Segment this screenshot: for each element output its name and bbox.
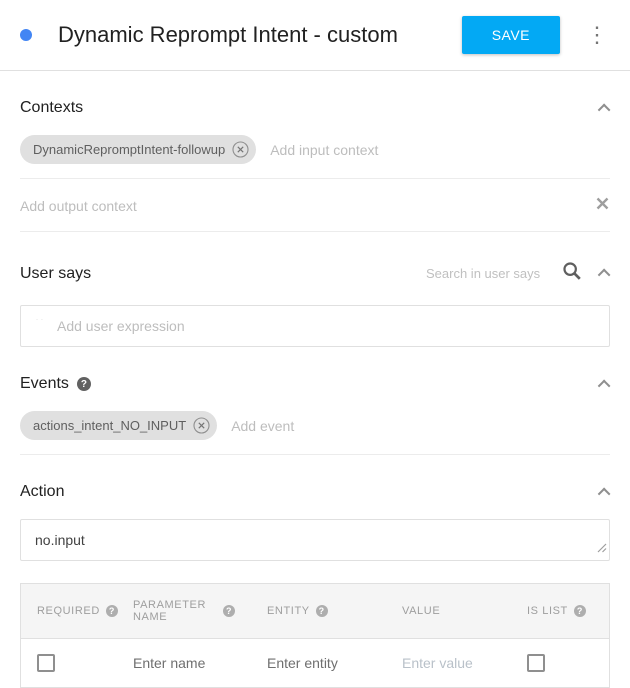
col-entity-label: ENTITY — [267, 605, 310, 617]
resize-handle-icon[interactable] — [597, 540, 607, 558]
parameter-name-help-icon: ? — [223, 605, 235, 617]
user-says-section-header: User says — [20, 232, 610, 287]
contexts-section-header: Contexts — [20, 71, 610, 117]
event-chip[interactable]: actions_intent_NO_INPUT — [20, 411, 217, 440]
user-says-search-input[interactable] — [426, 266, 551, 281]
parameter-row — [21, 639, 609, 687]
intent-color-dot — [20, 29, 32, 41]
col-value-label: VALUE — [402, 605, 440, 617]
intent-header: Dynamic Reprompt Intent - custom SAVE ⋮ — [0, 0, 630, 70]
quote-icon: ” — [35, 319, 45, 333]
input-contexts-row: DynamicRepromptIntent-followup — [20, 135, 610, 179]
user-says-title: User says — [20, 265, 91, 283]
user-says-search-group — [426, 260, 610, 287]
action-collapse-chevron-icon[interactable] — [598, 487, 611, 500]
action-title: Action — [20, 483, 64, 501]
clear-output-context-icon[interactable] — [595, 196, 610, 216]
kebab-menu-icon[interactable]: ⋮ — [582, 22, 612, 48]
events-row: actions_intent_NO_INPUT — [20, 411, 610, 455]
action-name-input[interactable] — [35, 532, 595, 548]
col-required-label: REQUIRED — [37, 605, 100, 617]
events-collapse-chevron-icon[interactable] — [598, 379, 611, 392]
contexts-title: Contexts — [20, 99, 83, 117]
contexts-collapse-chevron-icon[interactable] — [598, 103, 611, 116]
input-context-chip[interactable]: DynamicRepromptIntent-followup — [20, 135, 256, 164]
events-section-header: Events ? — [20, 347, 610, 393]
events-title: Events — [20, 375, 69, 393]
save-button[interactable]: SAVE — [462, 16, 560, 54]
entity-input[interactable] — [267, 655, 370, 671]
is-list-help-icon: ? — [574, 605, 586, 617]
output-contexts-row — [20, 179, 610, 232]
user-expression-box: ” — [20, 305, 610, 347]
events-help-icon: ? — [77, 377, 91, 391]
add-user-expression-field[interactable] — [57, 318, 595, 334]
add-event-field[interactable] — [231, 418, 610, 434]
col-is-list-label: IS LIST — [527, 605, 568, 617]
is-list-checkbox[interactable] — [527, 654, 545, 672]
user-says-collapse-chevron-icon[interactable] — [598, 269, 611, 282]
remove-event-icon[interactable] — [193, 417, 210, 434]
event-chip-label: actions_intent_NO_INPUT — [33, 418, 186, 433]
value-input[interactable] — [402, 655, 495, 671]
add-output-context-field[interactable] — [20, 198, 595, 214]
page-title: Dynamic Reprompt Intent - custom — [58, 22, 462, 48]
input-context-chip-label: DynamicRepromptIntent-followup — [33, 142, 225, 157]
remove-context-icon[interactable] — [232, 141, 249, 158]
action-section-header: Action — [20, 455, 610, 501]
add-input-context-field[interactable] — [270, 142, 610, 158]
entity-help-icon: ? — [316, 605, 328, 617]
parameters-header-row: REQUIRED ? PARAMETER NAME ? ENTITY ? VAL… — [21, 584, 609, 639]
required-checkbox[interactable] — [37, 654, 55, 672]
search-icon[interactable] — [561, 260, 583, 287]
action-input-box — [20, 519, 610, 561]
parameters-table: REQUIRED ? PARAMETER NAME ? ENTITY ? VAL… — [20, 583, 610, 688]
parameter-name-input[interactable] — [133, 655, 235, 671]
col-parameter-name-label: PARAMETER NAME — [133, 599, 217, 623]
